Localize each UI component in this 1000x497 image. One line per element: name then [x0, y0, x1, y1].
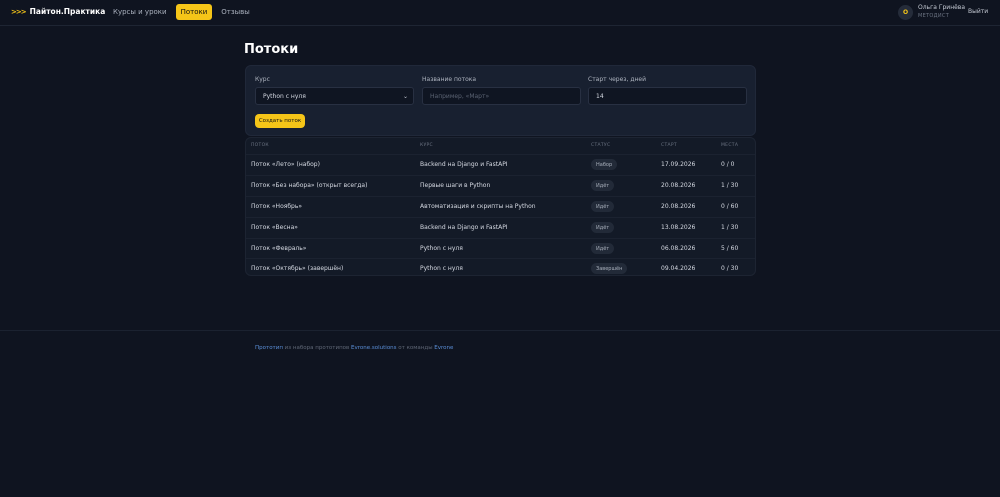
footer-text: из набора прототипов — [282, 345, 352, 351]
stream-name[interactable]: Поток «Февраль» — [251, 245, 306, 252]
status-badge: Идёт — [591, 243, 615, 254]
create-stream-button[interactable]: Создать поток — [255, 114, 305, 128]
course-name: Python с нуля — [420, 265, 463, 272]
create-stream-form: Курс Python с нуля ⌄ Название потока Нап… — [245, 65, 756, 136]
start-days-label: Старт через, дней — [588, 76, 646, 83]
prototype-link[interactable]: Прототип — [255, 345, 283, 351]
stream-name-label: Название потока — [422, 76, 477, 83]
user-menu[interactable]: О Ольга Гринёва МЕТОДИСТ — [898, 4, 965, 21]
logout-link[interactable]: Выйти — [968, 8, 988, 15]
course-name: Backend на Django и FastAPI — [420, 161, 508, 168]
nav-item-streams[interactable]: Потоки — [175, 4, 213, 20]
stream-name[interactable]: Поток «Без набора» (открыт всегда) — [251, 182, 367, 189]
course-name: Первые шаги в Python — [420, 182, 491, 189]
course-name: Python с нуля — [420, 245, 463, 252]
header-status: СТАТУС — [591, 143, 611, 148]
start-date: 17.09.2026 — [661, 161, 696, 168]
table-row[interactable]: Поток «Ноябрь» Автоматизация и скрипты н… — [246, 196, 755, 217]
course-select[interactable]: Python с нуля ⌄ — [255, 87, 414, 105]
footer-divider — [0, 330, 1000, 331]
footer-text: от команды — [396, 345, 435, 351]
stream-name[interactable]: Поток «Ноябрь» — [251, 203, 302, 210]
start-days-input[interactable]: 14 — [588, 87, 747, 105]
logo-chevron-icon: >>> — [11, 7, 27, 16]
seats: 1 / 30 — [721, 224, 739, 231]
stream-name[interactable]: Поток «Весна» — [251, 224, 298, 231]
main-nav: Курсы и уроки Потоки Отзывы — [108, 4, 255, 20]
course-name: Backend на Django и FastAPI — [420, 224, 508, 231]
avatar[interactable]: О — [898, 5, 913, 20]
header-seats: МЕСТА — [721, 143, 739, 148]
table-row[interactable]: Поток «Весна» Backend на Django и FastAP… — [246, 217, 755, 238]
start-date: 06.08.2026 — [661, 245, 696, 252]
top-bar: >>> Пайтон.Практика Курсы и уроки Потоки… — [0, 0, 1000, 26]
header-start: СТАРТ — [661, 143, 677, 148]
status-badge: Идёт — [591, 222, 615, 233]
logo-text: Пайтон.Практика — [29, 7, 106, 16]
table-row[interactable]: Поток «Октябрь» (завершён) Python с нуля… — [246, 258, 755, 275]
streams-table: ПОТОК КУРС СТАТУС СТАРТ МЕСТА Поток «Лет… — [245, 137, 756, 276]
seats: 0 / 30 — [721, 265, 739, 272]
stream-name[interactable]: Поток «Лето» (набор) — [251, 161, 320, 168]
footer: Прототип из набора прототипов Evrone.sol… — [255, 345, 453, 351]
user-role: МЕТОДИСТ — [918, 13, 950, 19]
seats: 0 / 0 — [721, 161, 735, 168]
table-row[interactable]: Поток «Без набора» (открыт всегда) Первы… — [246, 175, 755, 196]
start-days-value: 14 — [596, 92, 604, 100]
seats: 1 / 30 — [721, 182, 739, 189]
page-title: Потоки — [244, 42, 299, 57]
table-header: ПОТОК КУРС СТАТУС СТАРТ МЕСТА — [246, 138, 755, 154]
course-label: Курс — [255, 76, 270, 83]
logo[interactable]: >>> Пайтон.Практика — [11, 7, 105, 16]
status-badge: Идёт — [591, 180, 615, 191]
status-badge: Набор — [591, 159, 618, 170]
nav-item-courses[interactable]: Курсы и уроки — [108, 4, 172, 20]
status-badge: Завершён — [591, 263, 628, 274]
table-row[interactable]: Поток «Лето» (набор) Backend на Django и… — [246, 154, 755, 175]
stream-name[interactable]: Поток «Октябрь» (завершён) — [251, 265, 343, 272]
header-stream: ПОТОК — [251, 143, 269, 148]
start-date: 20.08.2026 — [661, 182, 696, 189]
start-date: 13.08.2026 — [661, 224, 696, 231]
status-badge: Идёт — [591, 201, 615, 212]
nav-item-reviews[interactable]: Отзывы — [216, 4, 255, 20]
user-name: Ольга Гринёва — [918, 4, 966, 11]
header-course: КУРС — [420, 143, 433, 148]
start-date: 09.04.2026 — [661, 265, 696, 272]
stream-name-placeholder: Например, «Март» — [430, 92, 490, 100]
course-select-value: Python с нуля — [263, 92, 306, 100]
seats: 0 / 60 — [721, 203, 739, 210]
chevron-down-icon: ⌄ — [402, 93, 408, 100]
seats: 5 / 60 — [721, 245, 739, 252]
course-name: Автоматизация и скрипты на Python — [420, 203, 536, 210]
stream-name-input[interactable]: Например, «Март» — [422, 87, 581, 105]
evrone-link[interactable]: Evrone — [434, 345, 453, 351]
evrone-solutions-link[interactable]: Evrone.solutions — [351, 345, 397, 351]
start-date: 20.08.2026 — [661, 203, 696, 210]
table-row[interactable]: Поток «Февраль» Python с нуля Идёт 06.08… — [246, 238, 755, 259]
